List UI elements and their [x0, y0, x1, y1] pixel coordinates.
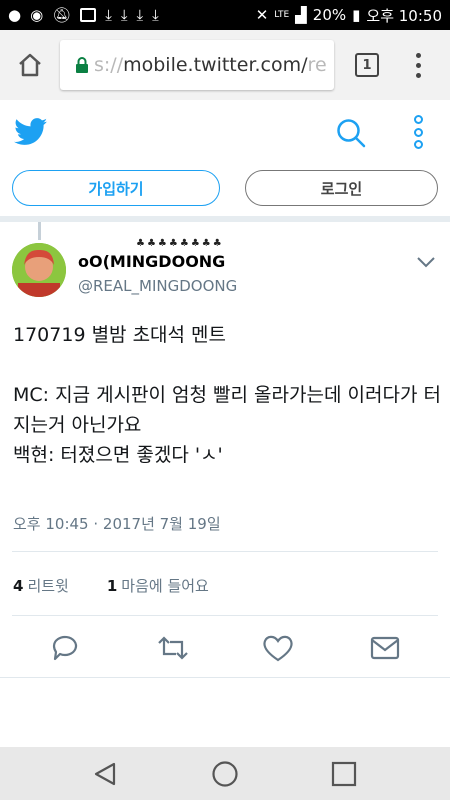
reply-icon: [52, 635, 78, 661]
back-icon: [94, 762, 116, 786]
url-text: s://mobile.twitter.com/re: [94, 54, 327, 76]
download-icon: ⤓: [152, 5, 159, 24]
message-icon: [370, 636, 400, 660]
home-button[interactable]: [0, 30, 60, 100]
home-circle-icon: [212, 761, 238, 787]
tweet-text: 170719 별밤 초대석 멘트 MC: 지금 게시판이 엄청 빨리 올라가는데…: [13, 324, 441, 466]
status-right: ✕ LTE ▟ 20% ▮ 오후 10:50: [256, 5, 442, 26]
divider: [12, 615, 438, 616]
notification-off-icon: 🔕︎: [52, 5, 72, 24]
talk-icon: ●: [8, 5, 22, 24]
author-name[interactable]: oO(MINGDOONG ♣♣♣♣♣♣♣♣: [78, 238, 225, 271]
gallery-icon: [80, 8, 97, 22]
reply-button[interactable]: [45, 628, 85, 668]
url-bar[interactable]: s://mobile.twitter.com/re: [60, 40, 334, 90]
retweet-button[interactable]: [153, 628, 193, 668]
author-name-decoration: ♣♣♣♣♣♣♣♣: [136, 238, 224, 249]
divider: [12, 551, 438, 552]
camera-icon: ◉: [30, 5, 44, 24]
back-button[interactable]: [90, 759, 120, 789]
recents-icon: [331, 761, 357, 787]
lock-icon: [74, 57, 90, 73]
signup-button[interactable]: 가입하기: [12, 170, 220, 206]
more-vertical-icon[interactable]: [412, 115, 424, 149]
home-nav-button[interactable]: [210, 759, 240, 789]
tabs-button[interactable]: 1: [355, 53, 379, 77]
recents-button[interactable]: [329, 759, 359, 789]
retweet-icon: [158, 636, 188, 660]
twitter-bird-icon[interactable]: [14, 118, 48, 146]
lte-label: LTE: [274, 10, 290, 20]
signal-icon: ▟: [295, 5, 307, 24]
twitter-header: 가입하기 로그인: [0, 100, 450, 222]
tweet-actions: [0, 628, 450, 668]
download-icon: ⤓: [120, 5, 128, 24]
tweet-stats: 4 리트윗 1 마음에 들어요: [13, 575, 209, 596]
search-icon[interactable]: [336, 118, 366, 148]
author-handle[interactable]: @REAL_MINGDOONG: [78, 277, 237, 295]
status-time: 오후 10:50: [366, 6, 442, 25]
browser-toolbar: s://mobile.twitter.com/re 1: [0, 30, 450, 100]
like-icon: [263, 635, 293, 662]
mute-icon: ✕: [255, 5, 269, 24]
download-icon: ⤓: [105, 5, 112, 24]
divider: [0, 677, 450, 678]
status-bar: ● ◉ 🔕︎ ⤓ ⤓ ⤓ ⤓ ✕ LTE ▟ 20% ▮ 오후 10:50: [0, 0, 450, 30]
thread-line: [38, 222, 41, 240]
avatar[interactable]: [12, 243, 66, 297]
overflow-menu-icon[interactable]: [408, 50, 428, 80]
battery-icon: ▮: [352, 5, 361, 24]
retweet-stat[interactable]: 4 리트윗: [13, 575, 69, 596]
battery-percent: 20%: [312, 6, 347, 24]
login-button[interactable]: 로그인: [245, 170, 438, 206]
download-icon: ⤓: [136, 5, 144, 24]
like-stat[interactable]: 1 마음에 들어요: [107, 575, 209, 596]
status-left-icons: ● ◉ 🔕︎ ⤓ ⤓ ⤓ ⤓: [8, 5, 159, 24]
tweet-timestamp[interactable]: 오후 10:45 · 2017년 7월 19일: [13, 513, 221, 534]
message-button[interactable]: [365, 628, 405, 668]
home-icon: [19, 53, 41, 77]
android-nav-bar: [0, 747, 450, 800]
like-button[interactable]: [258, 628, 298, 668]
caret-down-icon[interactable]: [416, 255, 436, 269]
